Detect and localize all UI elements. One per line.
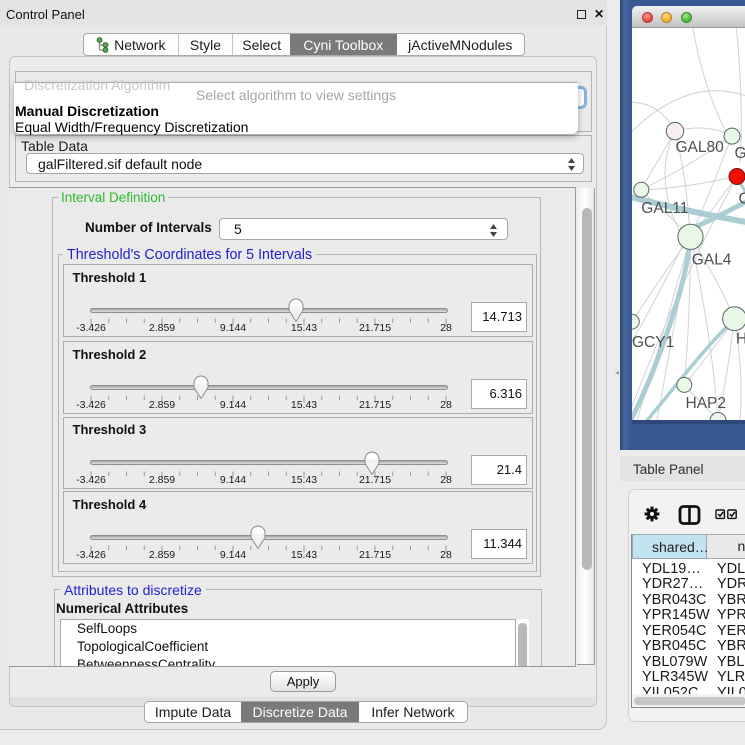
svg-text:H: H — [736, 330, 745, 347]
svg-text:GA: GA — [735, 145, 745, 162]
svg-text:C: C — [739, 190, 745, 207]
svg-text:GCY1: GCY1 — [632, 334, 674, 351]
svg-text:GAL11: GAL11 — [641, 200, 688, 217]
svg-text:HAP2: HAP2 — [686, 395, 727, 412]
svg-text:GAL4: GAL4 — [692, 251, 732, 268]
svg-text:GAL80: GAL80 — [676, 139, 725, 156]
